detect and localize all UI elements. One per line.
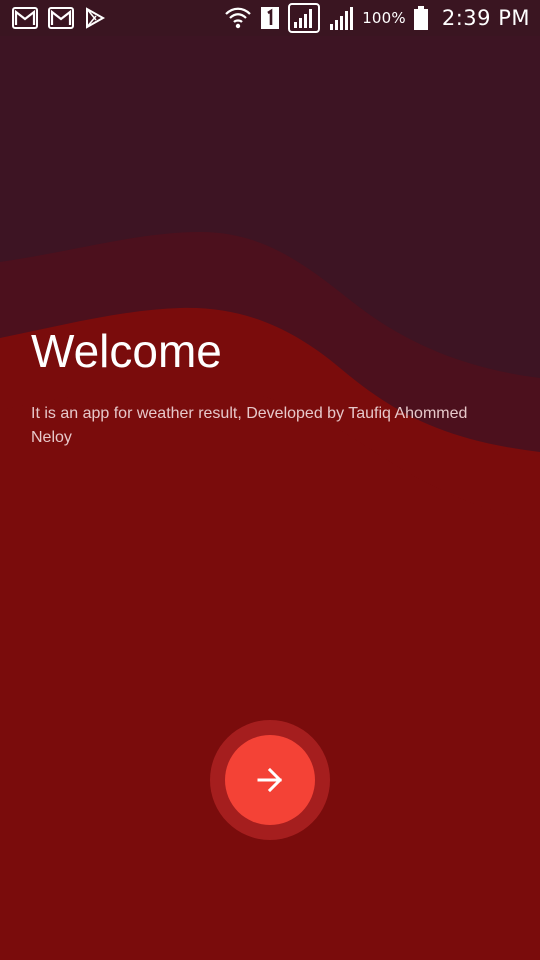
wifi-icon xyxy=(225,7,251,29)
status-bar-clock: 2:39 PM xyxy=(441,6,530,30)
signal-icon xyxy=(330,7,354,30)
next-button-core[interactable] xyxy=(225,735,315,825)
status-bar-notifications xyxy=(12,7,106,29)
gmail-icon xyxy=(48,7,74,29)
battery-percentage: 100% xyxy=(362,9,406,27)
status-bar: 100% 2:39 PM xyxy=(0,0,540,36)
sim-1-icon xyxy=(261,7,280,29)
play-store-icon xyxy=(86,7,106,29)
gmail-icon xyxy=(12,7,38,29)
status-bar-system: 100% 2:39 PM xyxy=(224,3,530,33)
next-button[interactable] xyxy=(210,720,330,840)
battery-icon xyxy=(413,6,428,30)
welcome-content: Welcome It is an app for weather result,… xyxy=(31,322,511,450)
signal-icon xyxy=(288,3,321,33)
welcome-screen: 100% 2:39 PM Welcome It is an app for we… xyxy=(0,0,540,960)
welcome-description: It is an app for weather result, Develop… xyxy=(31,405,468,446)
arrow-right-icon xyxy=(257,767,283,793)
welcome-title: Welcome xyxy=(31,325,222,377)
